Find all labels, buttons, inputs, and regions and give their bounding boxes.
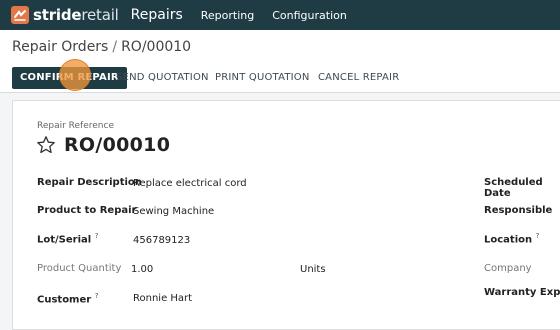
lot-serial-label: Lot/Serial ? xyxy=(37,232,98,245)
breadcrumb: Repair Orders / RO/00010 xyxy=(12,39,191,55)
send-quotation-button[interactable]: SEND QUOTATION xyxy=(108,67,217,89)
brand-name-bold: stride xyxy=(33,6,82,24)
lot-serial-help-icon[interactable]: ? xyxy=(95,232,99,240)
top-navbar: strideretail Repairs Reporting Configura… xyxy=(0,0,560,30)
star-icon[interactable] xyxy=(36,135,56,155)
nav-menu-reporting[interactable]: Reporting xyxy=(201,9,254,22)
customer-label-text: Customer xyxy=(37,294,92,306)
warranty-expiration-label: Warranty Expirati xyxy=(484,287,560,298)
location-label: Location ? xyxy=(484,232,539,245)
repair-reference-label: Repair Reference xyxy=(37,121,114,131)
brand-name-light: retail xyxy=(81,6,119,24)
print-quotation-button[interactable]: PRINT QUOTATION xyxy=(207,67,318,89)
breadcrumb-parent[interactable]: Repair Orders xyxy=(12,39,108,55)
action-bar: CONFIRM REPAIR SEND QUOTATION PRINT QUOT… xyxy=(0,64,560,93)
company-label: Company xyxy=(484,263,532,274)
breadcrumb-current: RO/00010 xyxy=(121,39,192,55)
product-to-repair-field[interactable]: Sewing Machine xyxy=(133,206,214,217)
location-help-icon[interactable]: ? xyxy=(536,232,540,240)
lot-serial-field[interactable]: 456789123 xyxy=(133,235,190,246)
breadcrumb-bar: Repair Orders / RO/00010 xyxy=(0,30,560,64)
brand[interactable]: strideretail xyxy=(10,5,119,25)
nav-menu-configuration[interactable]: Configuration xyxy=(272,9,347,22)
cancel-repair-button[interactable]: CANCEL REPAIR xyxy=(310,67,407,89)
breadcrumb-separator: / xyxy=(112,39,118,55)
location-label-text: Location xyxy=(484,234,533,246)
nav-app-name[interactable]: Repairs xyxy=(131,7,183,23)
customer-help-icon[interactable]: ? xyxy=(95,292,99,300)
repair-description-label: Repair Description xyxy=(37,177,142,188)
lot-serial-label-text: Lot/Serial xyxy=(37,234,92,246)
product-quantity-field[interactable]: 1.00 xyxy=(131,264,153,275)
scheduled-date-label: Scheduled Date xyxy=(484,177,543,199)
stride-logo-icon xyxy=(11,6,29,24)
repair-description-field[interactable]: Replace electrical cord xyxy=(133,178,247,189)
product-quantity-unit[interactable]: Units xyxy=(300,264,326,275)
responsible-label: Responsible xyxy=(484,205,553,216)
repair-reference-title: RO/00010 xyxy=(64,134,171,156)
customer-label: Customer ? xyxy=(37,292,98,305)
customer-field[interactable]: Ronnie Hart xyxy=(133,293,192,304)
product-quantity-label: Product Quantity xyxy=(37,263,122,274)
brand-name: strideretail xyxy=(33,6,119,24)
product-to-repair-label: Product to Repair xyxy=(37,205,137,216)
